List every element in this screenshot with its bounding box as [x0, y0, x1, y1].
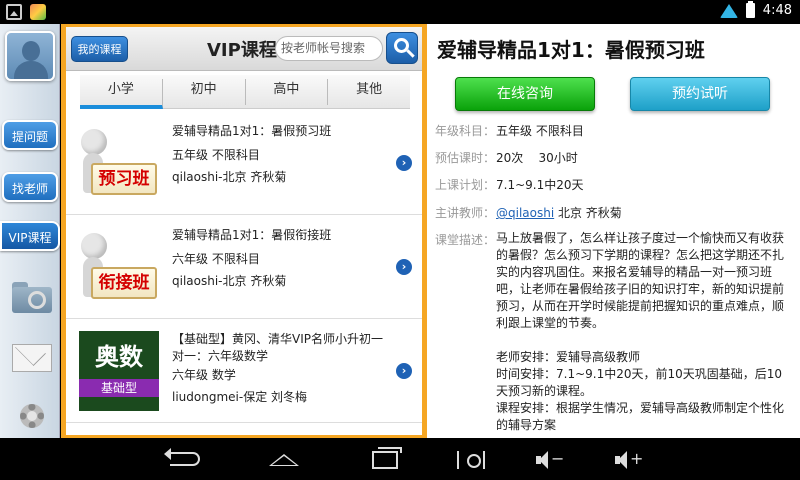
course-title: 爱辅导精品1对1：暑假衔接班: [172, 228, 332, 242]
grade-tabs: 小学 初中 高中 其他: [80, 75, 410, 109]
tab-senior[interactable]: 高中: [246, 79, 329, 105]
nav-find-teacher[interactable]: 找老师: [2, 172, 58, 202]
list-item[interactable]: 衔接班 爱辅导精品1对1：暑假衔接班 六年级 不限科目 qilaoshi-北京 …: [66, 215, 422, 319]
course-thumbnail: 预习班: [79, 123, 159, 203]
chevron-right-icon[interactable]: ›: [396, 363, 412, 379]
description-label: 课堂描述：: [435, 233, 496, 247]
course-teacher: qilaoshi-北京 齐秋菊: [172, 170, 287, 184]
screenshot-icon: [457, 451, 485, 469]
status-bar: 4:48: [0, 0, 800, 24]
teacher-search-input[interactable]: 按老师帐号搜索: [275, 36, 383, 61]
tab-junior[interactable]: 初中: [163, 79, 246, 105]
course-title: 【基础型】黄冈、清华VIP名师小升初一对一：六年级数学: [172, 332, 383, 363]
course-title: 爱辅导精品1对1：暑假预习班: [172, 124, 332, 138]
volume-down-button[interactable]: −: [528, 446, 568, 469]
online-consult-button[interactable]: 在线咨询: [455, 77, 595, 111]
book-trial-button[interactable]: 预约试听: [630, 77, 770, 111]
course-description: 马上放暑假了，怎么样让孩子度过一个愉快而又有收获的暑假？怎么预习下学期的课程？怎…: [496, 231, 785, 432]
gear-icon[interactable]: [14, 398, 50, 434]
course-grade: 六年级 数学: [172, 368, 236, 382]
back-icon: [164, 448, 200, 466]
search-button[interactable]: [386, 32, 418, 64]
chevron-right-icon[interactable]: ›: [396, 259, 412, 275]
field-estimated-hours: 预估课时：20次 30小时: [435, 151, 578, 165]
course-grade: 六年级 不限科目: [172, 252, 260, 266]
volume-up-button[interactable]: +: [607, 446, 647, 469]
list-item[interactable]: 预习班 爱辅导精品1对1：暑假预习班 五年级 不限科目 qilaoshi-北京 …: [66, 111, 422, 215]
my-course-button[interactable]: 我的课程: [71, 36, 128, 62]
avatar-head-icon: [22, 41, 40, 61]
thumbnail-sign: 预习班: [91, 163, 157, 195]
course-teacher: qilaoshi-北京 齐秋菊: [172, 274, 287, 288]
battery-icon: [745, 1, 755, 18]
detail-title: 爱辅导精品1对1：暑假预习班: [437, 38, 705, 62]
teacher-link[interactable]: @qilaoshi: [496, 206, 554, 220]
field-grade-subject: 年级科目：五年级 不限科目: [435, 124, 584, 138]
recent-apps-icon: [372, 447, 402, 469]
list-title: VIP课程: [207, 40, 277, 61]
thumbnail-band: 基础型: [79, 379, 159, 397]
left-nav: 提问题 找老师 VIP课程: [0, 24, 60, 438]
back-button[interactable]: [164, 446, 205, 466]
course-teacher: liudongmei-保定 刘冬梅: [172, 390, 308, 404]
screenshot-button[interactable]: [451, 446, 491, 469]
nav-ask-question[interactable]: 提问题: [2, 120, 58, 150]
course-thumbnail: 衔接班: [79, 227, 159, 307]
course-list: 预习班 爱辅导精品1对1：暑假预习班 五年级 不限科目 qilaoshi-北京 …: [66, 111, 422, 423]
avatar-body-icon: [14, 61, 48, 79]
volume-up-icon: +: [615, 449, 643, 469]
mail-icon[interactable]: [12, 340, 52, 374]
tab-primary[interactable]: 小学: [80, 79, 163, 109]
thumbnail-sign: 衔接班: [91, 267, 157, 299]
thumbnail-title: 奥数: [95, 343, 143, 371]
status-time: 4:48: [762, 3, 792, 18]
course-list-panel: 我的课程 VIP课程 按老师帐号搜索 小学 初中 高中 其他 预习班 爱辅导精品…: [61, 24, 427, 438]
course-detail-panel: 爱辅导精品1对1：暑假预习班 在线咨询 预约试听 年级科目：五年级 不限科目 预…: [427, 24, 800, 438]
volume-down-icon: −: [536, 449, 564, 469]
home-icon: [269, 454, 299, 468]
chevron-right-icon[interactable]: ›: [396, 155, 412, 171]
nav-vip-course[interactable]: VIP课程: [0, 221, 60, 251]
folder-icon[interactable]: [12, 279, 52, 313]
list-item[interactable]: 奥数 基础型 【基础型】黄冈、清华VIP名师小升初一对一：六年级数学 六年级 数…: [66, 319, 422, 423]
home-button[interactable]: [264, 446, 304, 468]
recent-apps-button[interactable]: [365, 446, 405, 469]
list-header: 我的课程 VIP课程 按老师帐号搜索: [66, 27, 422, 71]
gallery-notification-icon: [6, 4, 22, 20]
avatar[interactable]: [5, 31, 55, 81]
app-notification-icon: [30, 4, 46, 20]
field-teacher: 主讲教师：@qilaoshi 北京 齐秋菊: [435, 206, 622, 220]
wifi-icon: [720, 4, 738, 18]
course-grade: 五年级 不限科目: [172, 148, 260, 162]
course-thumbnail: 奥数 基础型: [79, 331, 159, 411]
field-schedule: 上课计划：7.1~9.1中20天: [435, 178, 584, 192]
system-nav-bar: − +: [0, 438, 800, 480]
tab-other[interactable]: 其他: [328, 79, 410, 105]
